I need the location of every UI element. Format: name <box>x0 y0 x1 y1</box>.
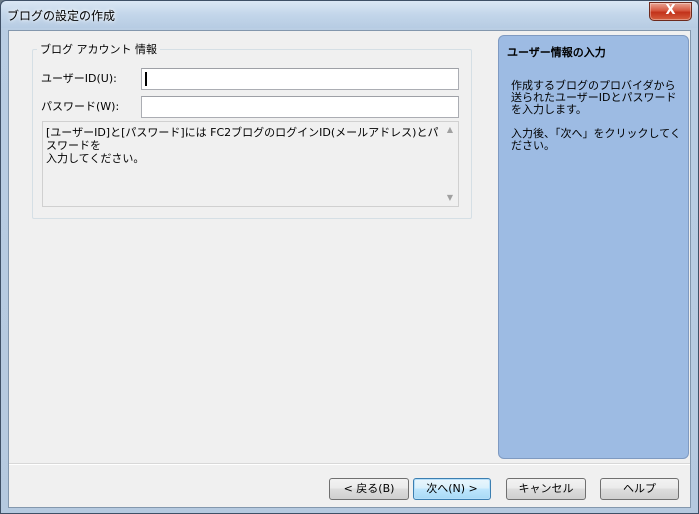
side-panel-description: 作成するブログのプロバイダから送られたユーザーIDとパスワードを入力します。 入… <box>511 79 681 152</box>
dialog-content: ブログ アカウント 情報 ユーザーID(U): パスワード(W): [ユーザーI… <box>8 30 691 508</box>
next-button[interactable]: 次へ(N) > <box>413 478 491 500</box>
user-id-input[interactable] <box>141 68 459 90</box>
scroll-down-arrow-icon[interactable]: ▼ <box>445 193 455 203</box>
window-title: ブログの設定の作成 <box>7 9 116 23</box>
footer-divider <box>9 463 690 465</box>
close-button[interactable]: X <box>649 2 692 21</box>
password-input[interactable] <box>141 96 459 118</box>
user-id-label: ユーザーID(U): <box>41 72 117 85</box>
info-text-box[interactable]: [ユーザーID]と[パスワード]には FC2ブログのログインID(メールアドレス… <box>42 121 459 207</box>
scroll-up-arrow-icon[interactable]: ▲ <box>445 125 455 135</box>
account-info-legend: ブログ アカウント 情報 <box>37 41 160 57</box>
back-button[interactable]: < 戻る(B) <box>329 478 409 500</box>
cancel-button[interactable]: キャンセル <box>506 478 586 500</box>
close-icon: X <box>665 3 676 18</box>
help-button[interactable]: ヘルプ <box>600 478 679 500</box>
password-label: パスワード(W): <box>41 100 120 113</box>
info-text: [ユーザーID]と[パスワード]には FC2ブログのログインID(メールアドレス… <box>46 126 439 165</box>
text-caret <box>145 72 147 86</box>
dialog-window: ブログの設定の作成 X ブログ アカウント 情報 ユーザーID(U): パスワー… <box>0 0 699 514</box>
side-panel-title: ユーザー情報の入力 <box>507 46 606 59</box>
title-bar[interactable]: ブログの設定の作成 X <box>1 1 698 28</box>
help-side-panel: ユーザー情報の入力 作成するブログのプロバイダから送られたユーザーIDとパスワー… <box>498 35 689 459</box>
